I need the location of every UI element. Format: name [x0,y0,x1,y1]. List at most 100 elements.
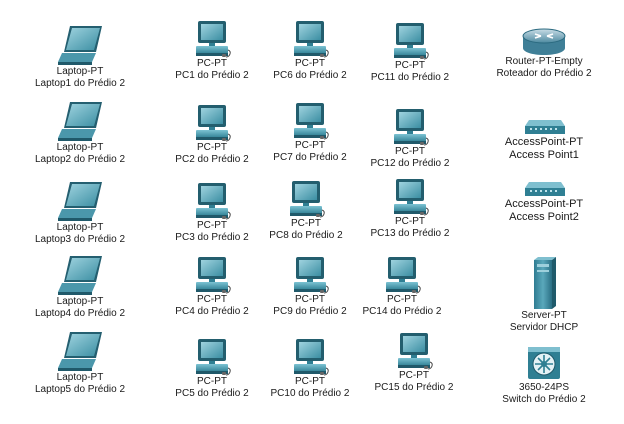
pc-icon [394,179,429,216]
server-icon [534,257,556,309]
laptop-icon [58,182,102,221]
device-name-label: PC14 do Prédio 2 [362,306,442,317]
device-name-label: PC11 do Prédio 2 [370,72,450,83]
device-type-label: Server-PT [521,310,567,321]
device-type-label: Laptop-PT [56,142,104,153]
laptop-icon [58,26,102,65]
device-type-label: PC-PT [295,294,325,305]
pc-icon [196,339,231,376]
device-laptop3[interactable]: Laptop-PT Laptop3 do Prédio 2 [30,180,130,246]
device-laptop5[interactable]: Laptop-PT Laptop5 do Prédio 2 [30,330,130,396]
device-pc15[interactable]: PC-PT PC15 do Prédio 2 [366,332,462,394]
pc-icon [196,105,231,142]
device-pc11[interactable]: PC-PT PC11 do Prédio 2 [362,22,458,84]
pc-icon [294,103,329,140]
device-name-label: PC3 do Prédio 2 [175,232,249,243]
device-type-label: Laptop-PT [56,66,104,77]
device-name-label: PC13 do Prédio 2 [370,228,450,239]
device-pc9[interactable]: PC-PT PC9 do Prédio 2 [262,256,358,318]
device-name-label: PC10 do Prédio 2 [270,388,350,399]
pc-icon [290,181,325,218]
device-type-label: PC-PT [291,218,321,229]
pc-icon [196,183,231,220]
device-pc4[interactable]: PC-PT PC4 do Prédio 2 [164,256,260,318]
device-type-label: PC-PT [197,220,227,231]
device-type-label: AccessPoint-PT [504,198,584,210]
device-name-label: PC4 do Prédio 2 [175,306,249,317]
device-name-label: Switch do Prédio 2 [502,394,586,405]
device-name-label: PC9 do Prédio 2 [273,306,347,317]
device-pc14[interactable]: PC-PT PC14 do Prédio 2 [354,256,450,318]
pc-icon [394,23,429,60]
device-access-point1[interactable]: AccessPoint-PT Access Point1 [488,118,600,162]
device-pc6[interactable]: PC-PT PC6 do Prédio 2 [262,20,358,82]
device-pc10[interactable]: PC-PT PC10 do Prédio 2 [262,338,358,400]
pc-icon [196,257,231,294]
device-name-label: Servidor DHCP [509,322,579,333]
pc-icon [294,257,329,294]
device-type-label: PC-PT [387,294,417,305]
device-name-label: PC6 do Prédio 2 [273,70,347,81]
multilayer-switch-icon [528,347,560,379]
device-name-label: PC1 do Prédio 2 [175,70,249,81]
pc-icon [398,333,433,370]
device-name-label: PC5 do Prédio 2 [175,388,249,399]
pc-icon [294,339,329,376]
device-type-label: PC-PT [197,376,227,387]
device-name-label: PC2 do Prédio 2 [175,154,249,165]
device-name-label: Laptop5 do Prédio 2 [34,384,126,395]
pc-icon [394,109,429,146]
pc-icon [196,21,231,58]
device-pc13[interactable]: PC-PT PC13 do Prédio 2 [362,178,458,240]
pc-icon [386,257,421,294]
access-point-icon [525,182,565,196]
device-name-label: Laptop3 do Prédio 2 [34,234,126,245]
device-pc12[interactable]: PC-PT PC12 do Prédio 2 [362,108,458,170]
device-name-label: PC12 do Prédio 2 [370,158,450,169]
router-icon [522,28,566,55]
device-type-label: PC-PT [295,376,325,387]
device-type-label: Laptop-PT [56,372,104,383]
device-access-point2[interactable]: AccessPoint-PT Access Point2 [488,180,600,224]
device-type-label: Laptop-PT [56,222,104,233]
device-type-label: PC-PT [295,140,325,151]
device-pc8[interactable]: PC-PT PC8 do Prédio 2 [258,180,354,242]
device-laptop1[interactable]: Laptop-PT Laptop1 do Prédio 2 [30,24,130,90]
device-type-label: PC-PT [395,60,425,71]
device-name-label: Access Point1 [509,149,579,161]
device-name-label: PC8 do Prédio 2 [269,230,343,241]
device-switch[interactable]: 3650-24PS Switch do Prédio 2 [488,344,600,406]
device-type-label: PC-PT [295,58,325,69]
device-type-label: AccessPoint-PT [504,136,584,148]
device-type-label: PC-PT [395,216,425,227]
access-point-icon [525,120,565,134]
laptop-icon [58,102,102,141]
device-server[interactable]: Server-PT Servidor DHCP [490,256,598,334]
device-type-label: Router-PT-Empty [505,56,583,67]
device-name-label: PC7 do Prédio 2 [273,152,347,163]
laptop-icon [58,332,102,371]
pc-icon [294,21,329,58]
device-type-label: PC-PT [395,146,425,157]
device-pc2[interactable]: PC-PT PC2 do Prédio 2 [164,104,260,166]
device-type-label: PC-PT [399,370,429,381]
device-type-label: PC-PT [197,294,227,305]
device-name-label: Roteador do Prédio 2 [496,68,592,79]
device-type-label: PC-PT [197,142,227,153]
device-type-label: PC-PT [197,58,227,69]
device-type-label: 3650-24PS [518,382,570,393]
device-pc5[interactable]: PC-PT PC5 do Prédio 2 [164,338,260,400]
device-name-label: Laptop1 do Prédio 2 [34,78,126,89]
device-laptop2[interactable]: Laptop-PT Laptop2 do Prédio 2 [30,100,130,166]
device-name-label: Laptop2 do Prédio 2 [34,154,126,165]
device-laptop4[interactable]: Laptop-PT Laptop4 do Prédio 2 [30,254,130,320]
device-pc3[interactable]: PC-PT PC3 do Prédio 2 [164,182,260,244]
device-type-label: Laptop-PT [56,296,104,307]
device-pc1[interactable]: PC-PT PC1 do Prédio 2 [164,20,260,82]
device-router[interactable]: Router-PT-Empty Roteador do Prédio 2 [484,28,604,80]
device-name-label: PC15 do Prédio 2 [374,382,454,393]
device-name-label: Access Point2 [509,211,579,223]
device-pc7[interactable]: PC-PT PC7 do Prédio 2 [262,102,358,164]
laptop-icon [58,256,102,295]
device-name-label: Laptop4 do Prédio 2 [34,308,126,319]
